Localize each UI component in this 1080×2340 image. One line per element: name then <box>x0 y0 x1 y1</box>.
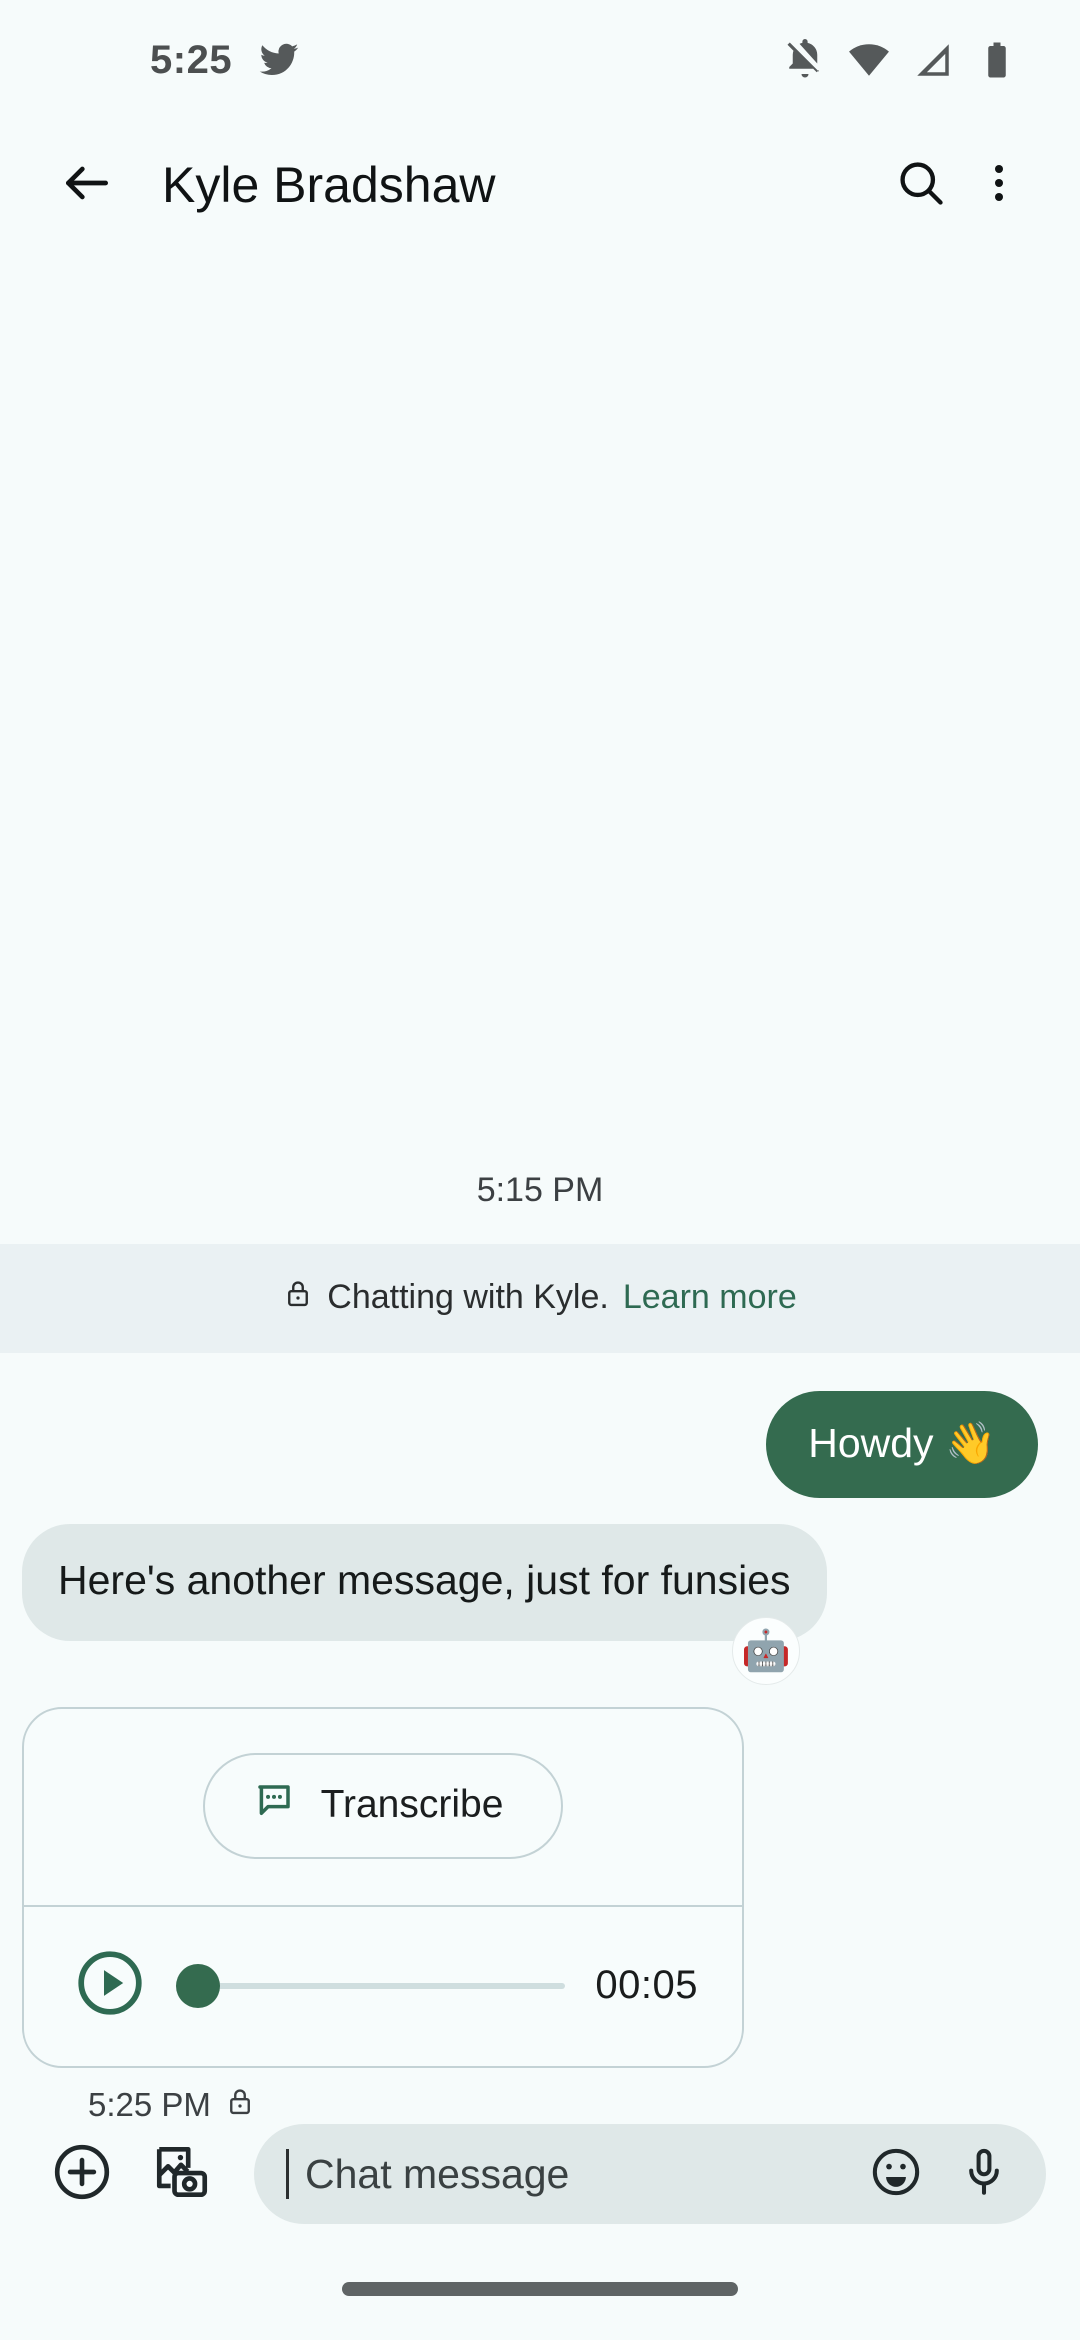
message-input-bar: Chat message <box>0 2124 1080 2224</box>
message-bubble-outgoing[interactable]: Howdy 👋 <box>766 1391 1038 1499</box>
status-bar: 5:25 <box>0 0 1080 120</box>
voice-card-transcribe-section: Transcribe <box>24 1709 742 1907</box>
message-timestamp-row: 5:25 PM <box>22 2068 1080 2124</box>
avatar-row: 🤖 <box>0 1617 1080 1685</box>
voice-record-button[interactable] <box>946 2136 1022 2212</box>
wifi-icon <box>848 39 890 81</box>
voice-message-card[interactable]: Transcribe 00:05 <box>22 1707 744 2068</box>
thread-top-spacer <box>0 250 1080 1145</box>
back-button[interactable] <box>44 142 130 228</box>
encryption-banner[interactable]: Chatting with Kyle. Learn more <box>0 1244 1080 1354</box>
learn-more-link[interactable]: Learn more <box>623 1278 797 1317</box>
microphone-icon <box>957 2145 1011 2204</box>
emoji-button[interactable] <box>858 2136 934 2212</box>
transcribe-button-label: Transcribe <box>320 1783 504 1826</box>
battery-icon <box>976 39 1018 81</box>
notifications-off-icon <box>784 39 826 81</box>
play-circle-icon[interactable] <box>74 1947 146 2024</box>
add-attachment-button[interactable] <box>36 2128 128 2220</box>
search-icon <box>895 157 947 214</box>
emoji-smiley-icon <box>869 2145 923 2204</box>
page-title[interactable]: Kyle Bradshaw <box>162 156 878 214</box>
cellular-signal-icon <box>912 39 954 81</box>
plus-circle-icon <box>51 2141 113 2208</box>
avatar-wrapper: 🤖 <box>732 1617 800 1685</box>
lock-icon <box>283 1278 313 1317</box>
transcribe-speech-bubble-icon <box>253 1779 295 1831</box>
transcribe-button[interactable]: Transcribe <box>202 1753 564 1859</box>
overflow-menu-button[interactable] <box>964 142 1034 228</box>
lock-icon <box>225 2086 255 2124</box>
text-cursor <box>286 2149 289 2199</box>
gallery-camera-icon <box>151 2141 213 2208</box>
voice-player: 00:05 <box>24 1907 742 2066</box>
home-indicator[interactable] <box>342 2282 738 2296</box>
status-bar-clock: 5:25 <box>150 37 233 82</box>
status-bar-right <box>784 39 1018 81</box>
chat-message-input[interactable]: Chat message <box>305 2151 846 2198</box>
encryption-banner-text: Chatting with Kyle. <box>327 1278 609 1317</box>
back-arrow-icon <box>59 155 115 216</box>
message-day-divider: 5:15 PM <box>476 1171 604 1210</box>
voice-seek-slider[interactable] <box>176 1963 566 2008</box>
seek-thumb[interactable] <box>176 1963 220 2008</box>
status-bar-left: 5:25 <box>150 38 300 83</box>
app-bar: Kyle Bradshaw <box>0 120 1080 250</box>
twitter-bird-icon <box>258 39 300 81</box>
avatar[interactable]: 🤖 <box>732 1617 800 1685</box>
conversation-thread[interactable]: 5:15 PM Chatting with Kyle. Learn more H… <box>0 250 1080 2124</box>
chat-input-pill[interactable]: Chat message <box>254 2124 1046 2224</box>
more-vert-icon <box>975 159 1023 212</box>
search-button[interactable] <box>878 142 964 228</box>
voice-duration-label: 00:05 <box>595 1963 698 2007</box>
seek-track <box>202 1982 566 1989</box>
voice-message-wrapper: Transcribe 00:05 5:25 PM <box>0 1685 1080 2124</box>
message-row-outgoing: Howdy 👋 <box>0 1353 1080 1499</box>
gallery-camera-button[interactable] <box>136 2128 228 2220</box>
message-timestamp: 5:25 PM <box>88 2086 211 2123</box>
